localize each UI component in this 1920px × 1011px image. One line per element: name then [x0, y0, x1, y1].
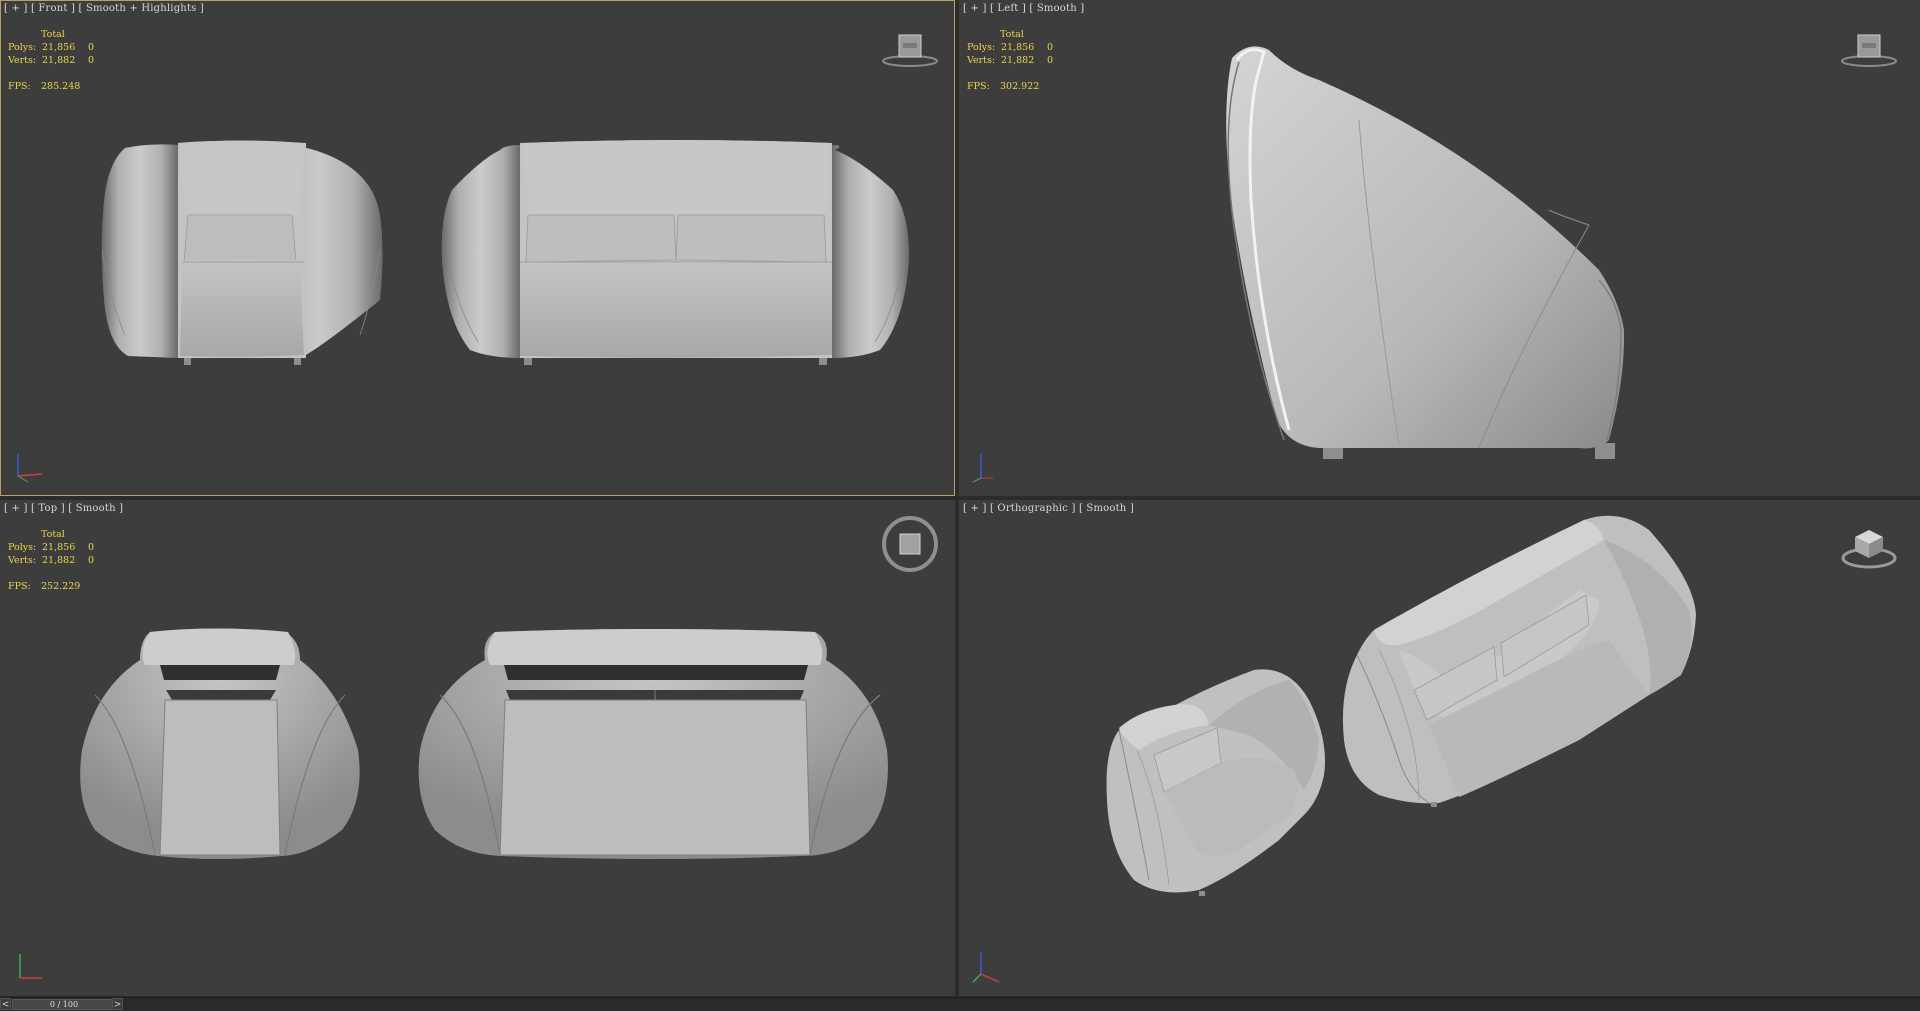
viewport-top[interactable]: [ + ] [ Top ] [ Smooth ] Total Polys: 21,…	[0, 500, 955, 996]
armchair-ortho[interactable]	[1106, 669, 1326, 896]
armchair-top[interactable]	[80, 628, 360, 860]
viewport-orthographic[interactable]: [ + ] [ Orthographic ] [ Smooth ]	[959, 500, 1920, 996]
time-next-button[interactable]: >	[112, 998, 123, 1010]
armchair-front[interactable]	[101, 140, 383, 366]
sofa-ortho[interactable]	[1342, 515, 1696, 807]
sofa-front[interactable]	[441, 140, 910, 365]
model-top-view[interactable]	[0, 500, 955, 996]
time-slider-bar: < 0 / 100 >	[0, 997, 1920, 1011]
axis-tripod-icon	[972, 952, 1000, 983]
time-slider[interactable]: 0 / 100	[12, 999, 116, 1010]
viewport-left[interactable]: [ + ] [ Left ] [ Smooth ] Total Polys: 21…	[959, 0, 1920, 496]
sofa-top[interactable]	[418, 629, 888, 859]
model-front-view[interactable]	[0, 0, 955, 496]
model-left-view[interactable]	[959, 0, 1920, 496]
time-prev-button[interactable]: <	[0, 998, 11, 1010]
axis-tripod-icon	[19, 954, 42, 979]
model-perspective-view[interactable]	[959, 500, 1920, 996]
viewport-front[interactable]: [ + ] [ Front ] [ Smooth + Highlights ] …	[0, 0, 955, 496]
armchair-side[interactable]	[1226, 46, 1625, 459]
axis-tripod-icon	[972, 454, 993, 483]
axis-tripod-icon	[17, 454, 43, 483]
